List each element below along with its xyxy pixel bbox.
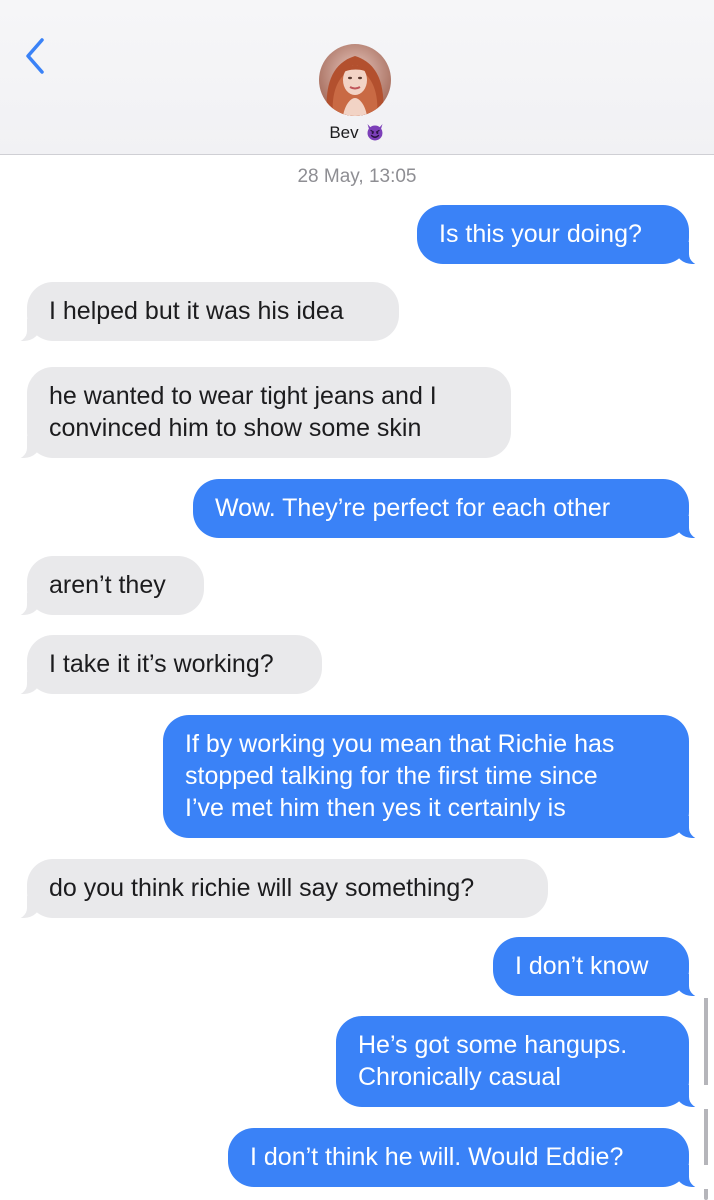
message-bubble-sent[interactable]: Wow. They’re perfect for each other	[193, 479, 714, 540]
message-timestamp: 28 May, 13:05	[297, 166, 417, 187]
avatar[interactable]	[319, 44, 391, 116]
message-bubble-received[interactable]: do you think richie will say something?	[1, 859, 548, 920]
message-bubble-received[interactable]: I helped but it was his idea	[1, 282, 399, 343]
contact-name-label: Bev	[329, 123, 359, 142]
message-bubble-sent[interactable]: Is this your doing?	[417, 205, 714, 266]
message-bubble-sent[interactable]: I don’t think he will. Would Eddie?	[228, 1128, 714, 1189]
message-bubble-received[interactable]: I take it it’s working?	[1, 635, 322, 696]
message-bubble-sent[interactable]: If by working you mean that Richie has s…	[163, 715, 714, 840]
smiling-devil-icon	[365, 122, 385, 147]
message-bubble-received[interactable]: aren’t they	[1, 556, 204, 617]
chevron-left-icon[interactable]	[18, 34, 54, 78]
contact-name[interactable]: Bev	[0, 122, 714, 147]
message-bubble-sent[interactable]: He’s got some hangups. Chronically casua…	[336, 1016, 714, 1109]
message-bubble-sent[interactable]: I don’t know	[493, 937, 714, 998]
conversation-header: Bev	[0, 0, 714, 155]
contact-photo	[319, 44, 391, 116]
message-bubble-received[interactable]: he wanted to wear tight jeans and I conv…	[1, 367, 511, 460]
back-button[interactable]	[18, 34, 54, 78]
